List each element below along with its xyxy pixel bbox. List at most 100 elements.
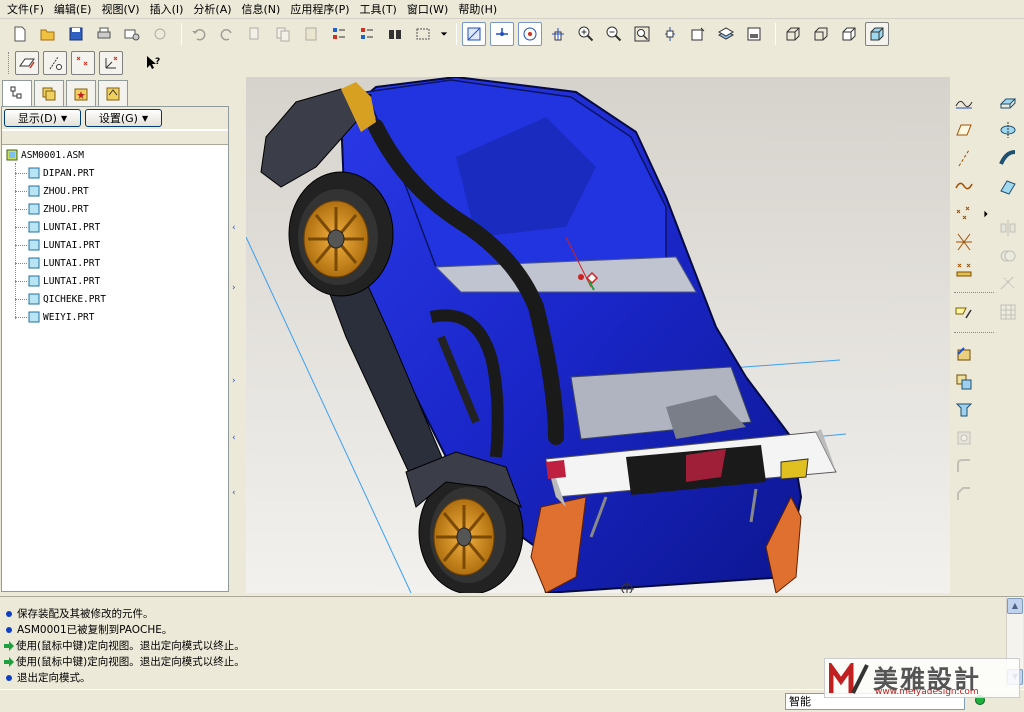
merge-button[interactable] [996,244,1020,268]
save-button[interactable] [64,22,88,46]
scroll-up-button[interactable]: ▲ [1007,598,1023,614]
chamfer-button[interactable] [952,482,976,506]
tab-model-tree[interactable] [2,80,32,107]
analysis-feature-button[interactable] [952,258,976,282]
view-manager-button[interactable] [742,22,766,46]
tab-folder-browser[interactable] [34,80,64,106]
paste-button[interactable] [299,22,323,46]
tree-item[interactable]: ZHOU.PRT [28,201,89,217]
cut-button[interactable] [243,22,267,46]
datum-plane-tool-button[interactable] [952,118,976,142]
menu-window[interactable]: 窗口(W) [402,1,453,18]
open-button[interactable] [36,22,60,46]
print-button[interactable] [92,22,116,46]
toolbar-handle[interactable] [8,52,11,74]
mirror-button[interactable] [996,216,1020,240]
axis-display-button[interactable] [43,51,67,75]
shading-button[interactable] [865,22,889,46]
tree-item[interactable]: LUNTAI.PRT [28,237,100,253]
refit-button[interactable] [630,22,654,46]
tree-item[interactable]: ZHOU.PRT [28,183,89,199]
zoom-in-button[interactable] [574,22,598,46]
graphics-window[interactable] [246,77,950,593]
sketch-plane-button[interactable] [15,51,39,75]
navigator-panel: 显示(D) ▼ 设置(G) ▼ ASM0001.ASM DIPAN.PRT ZHOU… [1,106,229,592]
menu-file[interactable]: 文件(F) [2,1,49,18]
panel-splitter[interactable]: ‹ › › ‹ ‹ [230,77,244,593]
regenerate-button[interactable] [327,22,351,46]
new-file-button[interactable] [8,22,32,46]
sketch-on-plane-button[interactable] [952,300,976,324]
menu-applications[interactable]: 应用程序(P) [285,1,354,18]
tree-item[interactable]: WEIYI.PRT [28,309,94,325]
tree-item[interactable]: LUNTAI.PRT [28,219,100,235]
regen-manager-button[interactable] [355,22,379,46]
create-component-button[interactable] [952,370,976,394]
spin-center-toggle[interactable] [518,22,542,46]
menu-insert[interactable]: 插入(I) [145,1,189,18]
trim-button[interactable] [996,272,1020,296]
datum-csys-tool-button[interactable] [952,230,976,254]
show-button[interactable]: 显示(D) ▼ [4,109,81,127]
datum-planes-toggle[interactable] [462,22,486,46]
blend-button[interactable] [996,174,1020,198]
more-points-button[interactable] [980,202,992,226]
orient-mode-button[interactable] [546,22,570,46]
create-component-icon [956,374,972,390]
save-icon [69,27,83,41]
send-mail-button[interactable] [120,22,144,46]
menu-info[interactable]: 信息(N) [237,1,286,18]
toolbar-separator [954,292,994,293]
tree-item[interactable]: LUNTAI.PRT [28,255,100,271]
sketch-tool-button[interactable] [952,90,976,114]
menu-help[interactable]: 帮助(H) [453,1,502,18]
round-button[interactable] [952,454,976,478]
datum-axis-tool-button[interactable] [952,146,976,170]
menu-analysis[interactable]: 分析(A) [188,1,236,18]
sweep-button[interactable] [996,146,1020,170]
point-display-button[interactable] [71,51,95,75]
copy-button[interactable] [271,22,295,46]
pattern-button[interactable] [996,300,1020,324]
layers-button[interactable] [714,22,738,46]
zoom-in-icon [578,26,594,42]
tree-item-label: ZHOU.PRT [43,203,89,215]
message-line: 保存装配及其被修改的元件。 [4,606,154,621]
dropdown-arrow-icon: ▼ [141,113,149,123]
revolve-button[interactable] [996,118,1020,142]
tree-root[interactable]: ASM0001.ASM [6,147,84,163]
selection-box-button[interactable] [411,22,435,46]
settings-button[interactable]: 设置(G) ▼ [85,109,162,127]
find-button[interactable] [383,22,407,46]
reorient-button[interactable] [658,22,682,46]
datum-axes-toggle[interactable] [490,22,514,46]
send-link-button[interactable] [148,22,172,46]
extrude-button[interactable] [996,90,1020,114]
undo-button[interactable] [187,22,211,46]
tab-favorites[interactable] [66,80,96,106]
datum-axis-icon [496,28,508,36]
tab-connections[interactable] [98,80,128,106]
csys-display-button[interactable] [99,51,123,75]
insert-component-button[interactable] [952,342,976,366]
menu-edit[interactable]: 编辑(E) [49,1,97,18]
no-hidden-button[interactable] [837,22,861,46]
zoom-out-button[interactable] [602,22,626,46]
selection-dropdown[interactable] [439,22,449,46]
tree-item[interactable]: DIPAN.PRT [28,165,94,181]
zoom-out-icon [606,26,622,42]
tree-item[interactable]: QICHEKE.PRT [28,291,106,307]
datum-point-tool-button[interactable] [952,202,976,226]
tree-item[interactable]: LUNTAI.PRT [28,273,100,289]
hidden-line-button[interactable] [809,22,833,46]
wireframe-button[interactable] [781,22,805,46]
context-help-button[interactable]: ? [141,51,165,75]
hole-button[interactable] [952,426,976,450]
menu-tools[interactable]: 工具(T) [355,1,402,18]
saved-views-button[interactable] [686,22,710,46]
tree-connector [15,163,16,319]
menu-view[interactable]: 视图(V) [96,1,144,18]
redo-button[interactable] [215,22,239,46]
cut-out-button[interactable] [952,398,976,422]
datum-curve-tool-button[interactable] [952,174,976,198]
